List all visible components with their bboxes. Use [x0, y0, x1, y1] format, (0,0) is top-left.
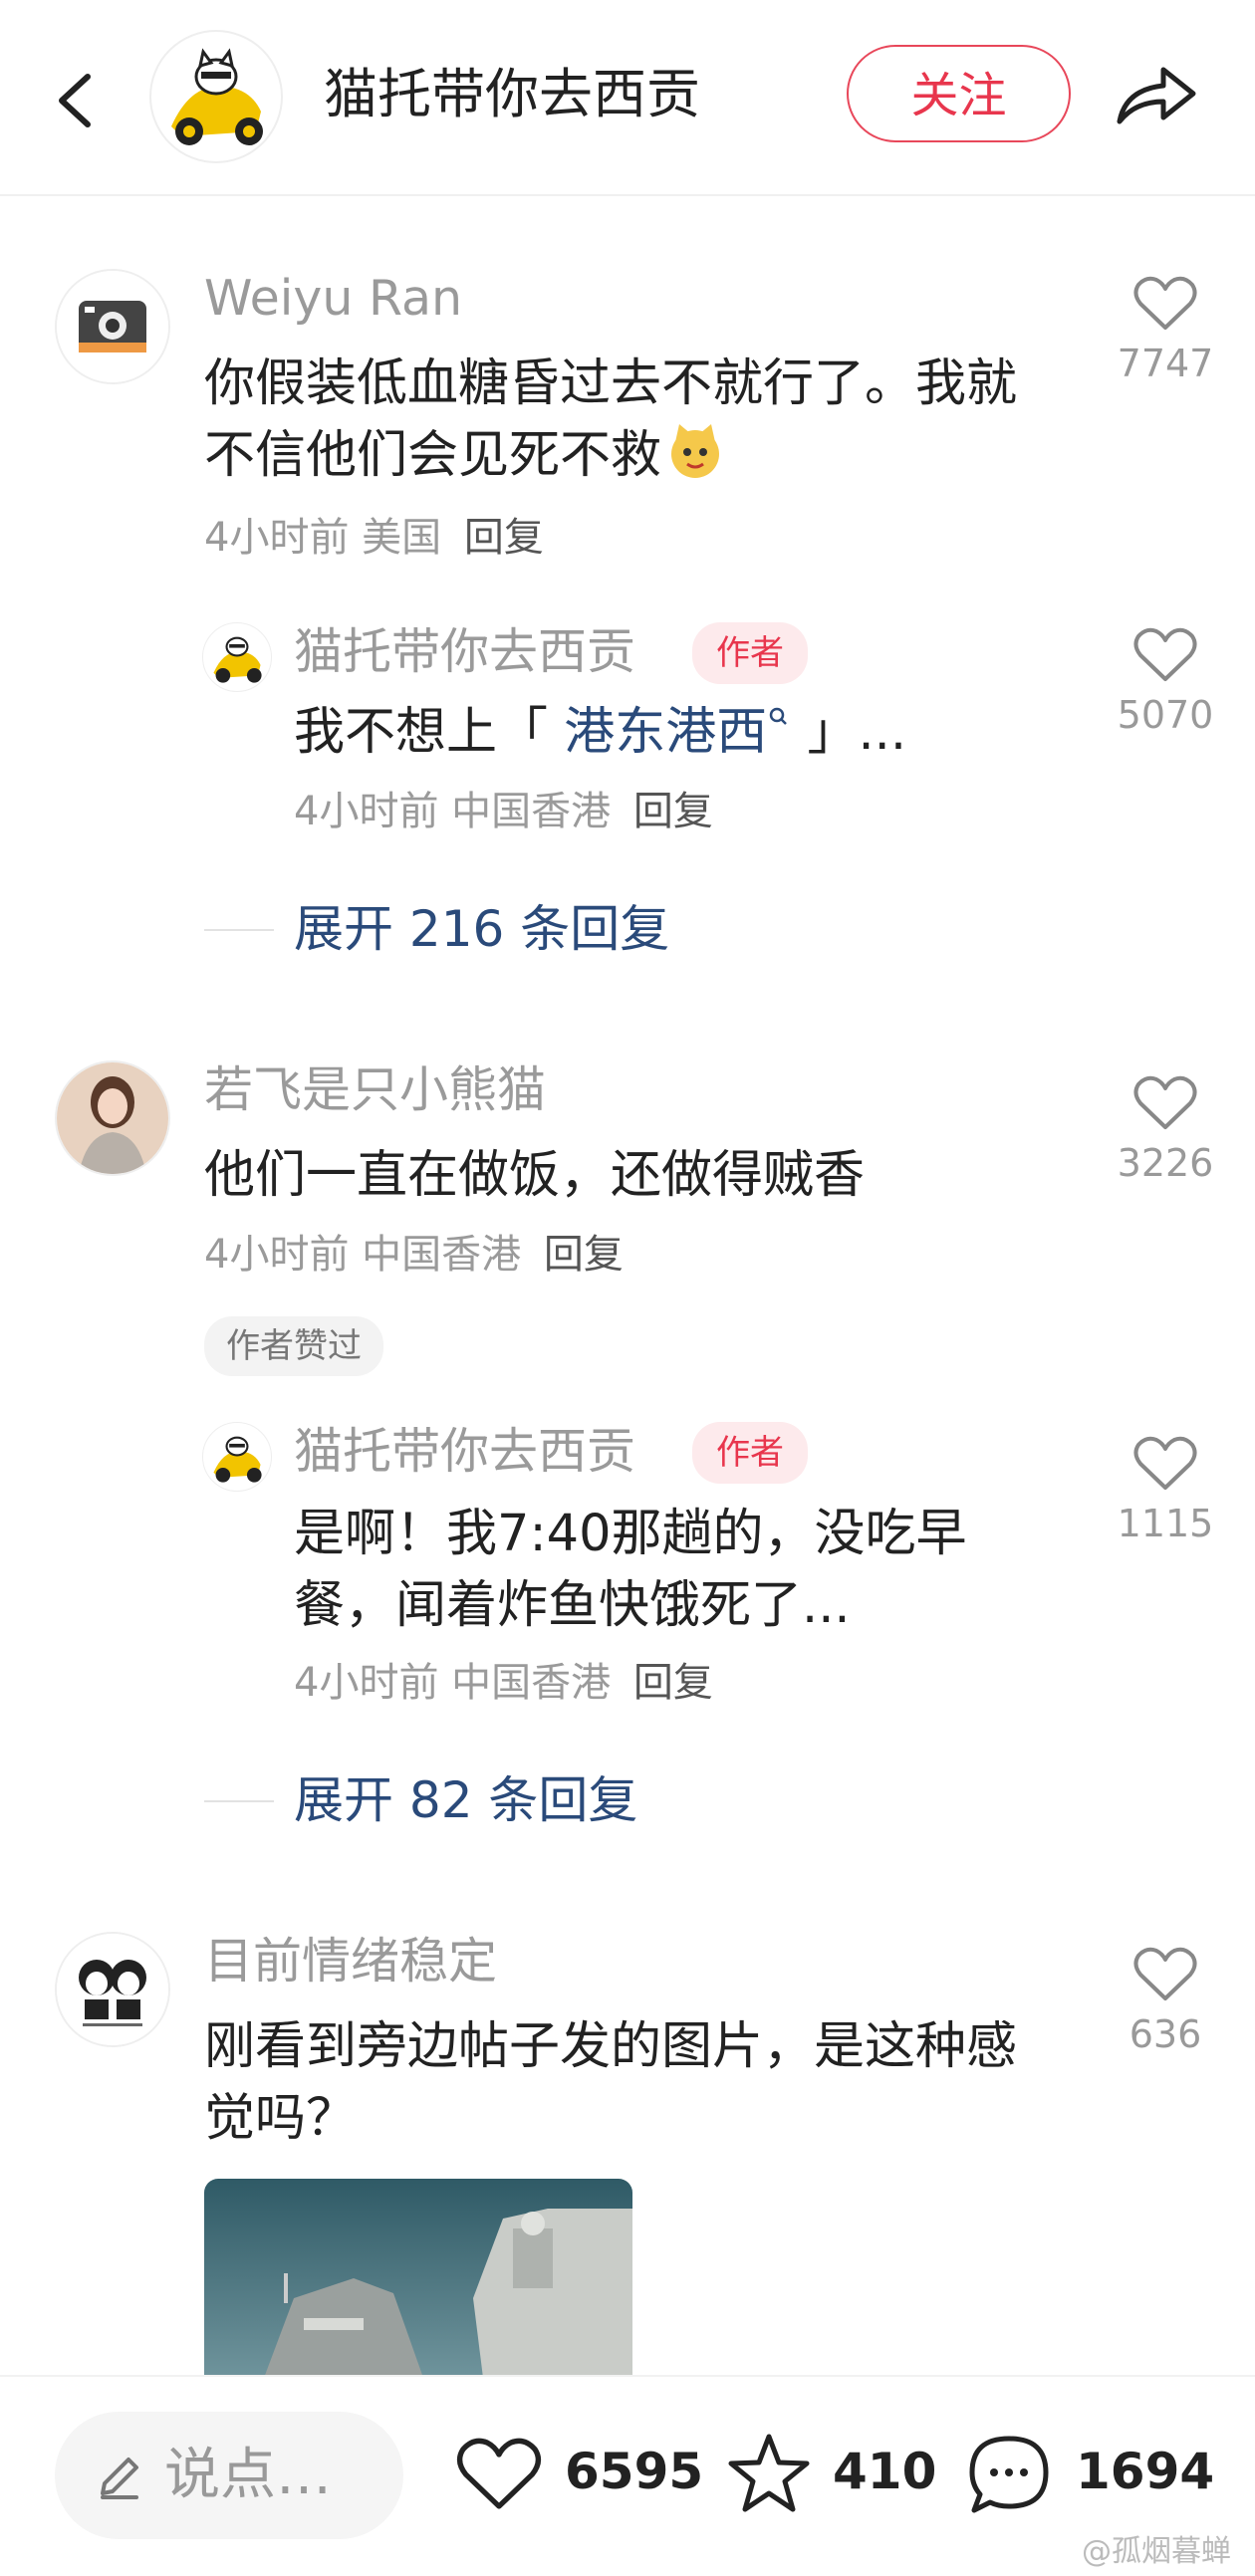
comment-like-button[interactable]: 7747 — [1116, 274, 1215, 385]
like-count: 7747 — [1117, 342, 1214, 385]
comment-location: 美国 — [362, 515, 442, 561]
author-liked-badge: 作者赞过 — [204, 1316, 383, 1376]
post-favorite-count: 410 — [833, 2443, 937, 2500]
post-comment-count: 1694 — [1076, 2443, 1215, 2500]
author-tag: 作者 — [692, 622, 808, 684]
reply-button[interactable]: 回复 — [633, 1660, 713, 1706]
reply-location: 中国香港 — [451, 789, 612, 834]
reply-username[interactable]: 猫托带你去西贡 — [294, 1422, 635, 1482]
reply-meta: 4小时前 中国香港 回复 — [294, 1658, 713, 1708]
reply-username[interactable]: 猫托带你去西贡 — [294, 622, 635, 682]
comment-time: 4小时前 — [204, 515, 350, 561]
reply-text: 是啊！我7:40那趟的，没吃早餐，闻着炸鱼快饿死了... — [294, 1505, 967, 1635]
share-icon — [1117, 67, 1196, 124]
cartoon-girls-avatar-image — [57, 1934, 168, 2045]
bottom-action-bar: 说点… 6595 410 1694 @孤烟暮蝉 — [0, 2375, 1255, 2576]
cat-emoji-icon — [665, 420, 725, 500]
reply-time: 4小时前 — [294, 789, 439, 834]
reply-meta: 4小时前 中国香港 回复 — [294, 787, 713, 836]
back-arrow-icon — [59, 74, 91, 127]
watermark: @孤烟暮蝉 — [1082, 2534, 1231, 2569]
woman-portrait-avatar-image — [57, 1062, 168, 1174]
comment-meta: 4小时前 中国香港 回复 — [204, 1230, 624, 1280]
reply-text-suffix: 」... — [807, 703, 907, 762]
reply-button[interactable]: 回复 — [464, 515, 544, 561]
heart-icon — [1133, 276, 1197, 330]
topic-link-text: 港东港西 — [564, 703, 768, 762]
reply-avatar[interactable] — [202, 622, 272, 692]
reply-avatar[interactable] — [202, 1422, 272, 1492]
reply-text: 我不想上「 港东港西 」... — [294, 697, 1051, 769]
commenter-avatar[interactable] — [55, 269, 170, 384]
like-count: 3226 — [1117, 1141, 1214, 1185]
expand-replies-button[interactable]: 展开 216 条回复 — [294, 899, 669, 959]
comment-text: 他们一直在做饭，还做得贼香 — [204, 1146, 866, 1205]
like-count: 636 — [1129, 2012, 1202, 2056]
follow-button[interactable]: 关注 — [847, 45, 1071, 142]
comment-icon — [969, 2436, 1049, 2513]
like-count: 1115 — [1117, 1502, 1214, 1545]
reply-button[interactable]: 回复 — [544, 1232, 624, 1278]
back-button[interactable] — [40, 55, 110, 144]
reply-like-button[interactable]: 5070 — [1116, 625, 1215, 737]
warship-photo-image — [204, 2179, 632, 2378]
reply-time: 4小时前 — [294, 1660, 439, 1706]
motorcycle-cat-avatar-image — [152, 33, 280, 160]
comment-meta: 4小时前 美国 回复 — [204, 513, 544, 563]
heart-icon — [1133, 1436, 1197, 1490]
like-count: 5070 — [1117, 693, 1214, 737]
commenter-avatar[interactable] — [55, 1060, 170, 1176]
comment-image[interactable] — [204, 2179, 632, 2378]
comment-username[interactable]: 目前情绪稳定 — [204, 1932, 497, 1991]
heart-icon — [1133, 1075, 1197, 1129]
author-name[interactable]: 猫托带你去西贡 — [324, 55, 700, 134]
motorcycle-cat-avatar-image — [203, 1423, 271, 1491]
top-bar: 猫托带你去西贡 关注 — [0, 0, 1255, 196]
reply-location: 中国香港 — [451, 1660, 612, 1706]
camera-avatar-image — [57, 271, 168, 382]
comment-text: 你假装低血糖昏过去不就行了。我就不信他们会见死不救 — [204, 349, 1041, 500]
comment-like-button[interactable]: 636 — [1116, 1945, 1215, 2056]
star-icon — [728, 2434, 810, 2512]
reply-text-prefix: 我不想上「 — [294, 703, 549, 762]
heart-icon — [456, 2438, 542, 2509]
comment-input[interactable]: 说点… — [55, 2412, 403, 2539]
reply-button[interactable]: 回复 — [633, 789, 713, 834]
author-tag: 作者 — [692, 1422, 808, 1484]
link-search-icon — [770, 707, 788, 725]
post-like-count: 6595 — [565, 2443, 704, 2500]
comment-like-button[interactable]: 3226 — [1116, 1073, 1215, 1185]
reply-like-button[interactable]: 1115 — [1116, 1434, 1215, 1545]
pencil-icon — [101, 2458, 138, 2499]
heart-icon — [1133, 1947, 1197, 2000]
topic-link[interactable]: 港东港西 — [564, 703, 791, 762]
heart-icon — [1133, 627, 1197, 681]
comment-input-placeholder: 说点… — [164, 2443, 332, 2507]
commenter-avatar[interactable] — [55, 1932, 170, 2047]
comment-username[interactable]: 若飞是只小熊猫 — [204, 1060, 546, 1120]
expand-divider — [204, 929, 274, 931]
expand-divider — [204, 1800, 274, 1802]
expand-replies-button[interactable]: 展开 82 条回复 — [294, 1770, 637, 1830]
comment-text: 刚看到旁边帖子发的图片，是这种感觉吗？ — [204, 2017, 1018, 2148]
comment-text-body: 你假装低血糖昏过去不就行了。我就不信他们会见死不救 — [204, 354, 1018, 485]
comments-button[interactable]: 1694 — [964, 2427, 1215, 2516]
comment-time: 4小时前 — [204, 1232, 350, 1278]
like-post-button[interactable]: 6595 — [453, 2427, 703, 2516]
motorcycle-cat-avatar-image — [203, 623, 271, 691]
comment-username[interactable]: Weiyu Ran — [204, 269, 462, 329]
comment-location: 中国香港 — [362, 1232, 522, 1278]
author-avatar[interactable] — [149, 30, 283, 163]
favorite-post-button[interactable]: 410 — [725, 2427, 937, 2516]
share-button[interactable] — [1106, 50, 1205, 139]
